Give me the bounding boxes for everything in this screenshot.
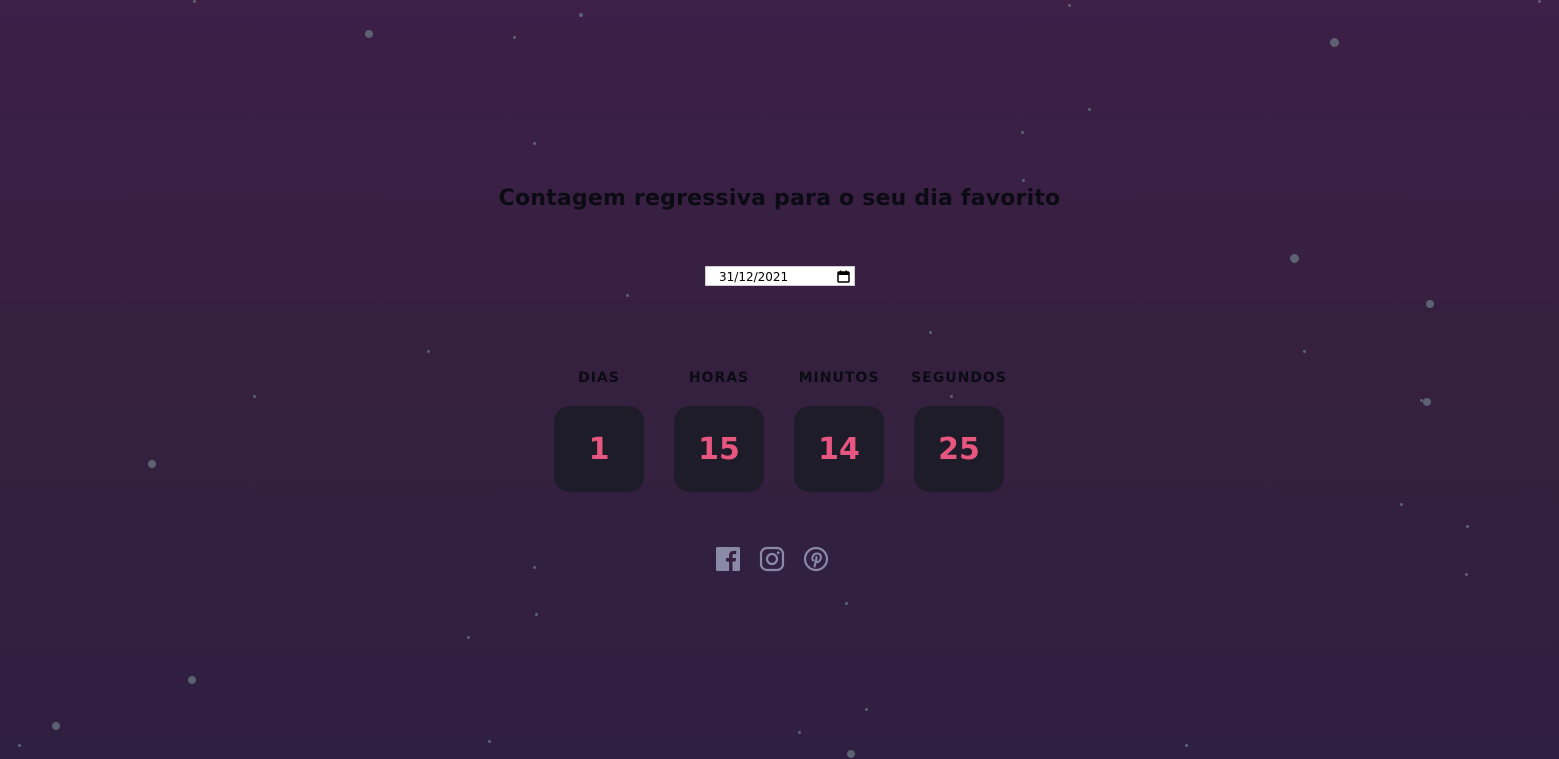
minutes-box: 14 xyxy=(794,406,884,492)
instagram-icon[interactable] xyxy=(759,546,785,572)
seconds-value: 25 xyxy=(938,431,980,467)
star xyxy=(1400,503,1403,506)
minutes-label: MINUTOS xyxy=(798,370,880,386)
star xyxy=(148,460,156,468)
star xyxy=(1068,4,1071,7)
minutes-value: 14 xyxy=(818,431,860,467)
star xyxy=(427,350,430,353)
pinterest-icon[interactable] xyxy=(803,546,829,572)
star xyxy=(535,613,538,616)
hours-value: 15 xyxy=(698,431,740,467)
star xyxy=(18,744,21,747)
star xyxy=(533,566,536,569)
countdown-minutes: MINUTOS 14 xyxy=(779,368,899,492)
page-title: Contagem regressiva para o seu dia favor… xyxy=(498,186,1061,211)
date-input[interactable]: 31/12/2021 xyxy=(705,266,855,286)
days-box: 1 xyxy=(554,406,644,492)
countdown-seconds: SEGUNDOS 25 xyxy=(899,368,1019,492)
star xyxy=(865,708,868,711)
star xyxy=(1303,350,1306,353)
star xyxy=(626,294,629,297)
star xyxy=(188,676,196,684)
star xyxy=(1022,179,1025,182)
star xyxy=(1021,131,1024,134)
hours-box: 15 xyxy=(674,406,764,492)
star xyxy=(1423,398,1431,406)
star xyxy=(467,636,470,639)
star xyxy=(845,602,848,605)
days-label: DIAS xyxy=(578,370,620,386)
star xyxy=(488,740,491,743)
star xyxy=(1466,525,1469,528)
star xyxy=(253,395,256,398)
star xyxy=(1290,254,1299,263)
star xyxy=(1420,399,1423,402)
star xyxy=(1426,300,1434,308)
star xyxy=(533,142,536,145)
days-value: 1 xyxy=(588,431,610,467)
star xyxy=(847,750,855,758)
star xyxy=(929,331,932,334)
star xyxy=(1538,0,1541,3)
star xyxy=(1330,38,1339,47)
star xyxy=(1088,108,1091,111)
date-input-value[interactable]: 31/12/2021 xyxy=(719,269,788,285)
star xyxy=(513,36,516,39)
seconds-label: SEGUNDOS xyxy=(911,370,1007,386)
seconds-box: 25 xyxy=(914,406,1004,492)
facebook-icon[interactable] xyxy=(715,546,741,572)
star xyxy=(193,0,196,3)
star xyxy=(52,722,60,730)
countdown-days: DIAS 1 xyxy=(539,368,659,492)
star xyxy=(1185,744,1188,747)
countdown-hours: HORAS 15 xyxy=(659,368,779,492)
star xyxy=(365,30,373,38)
hours-label: HORAS xyxy=(688,370,750,386)
star xyxy=(579,13,583,17)
star xyxy=(1465,573,1468,576)
calendar-icon[interactable] xyxy=(837,270,850,283)
star xyxy=(798,731,801,734)
